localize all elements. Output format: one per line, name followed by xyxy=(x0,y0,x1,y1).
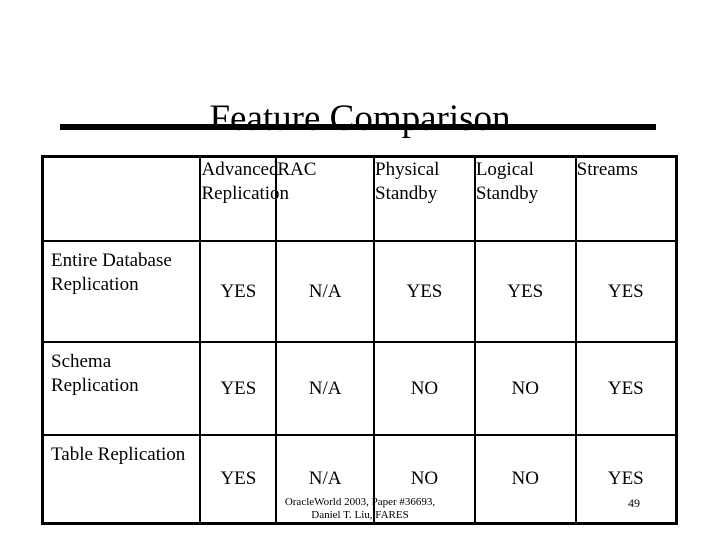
column-header-rac: RAC xyxy=(275,155,376,242)
row-header-schema-replication: Schema Replication xyxy=(41,341,202,436)
page-number: 49 xyxy=(628,496,640,510)
column-header-physical-standby: Physical Standby xyxy=(373,155,476,242)
feature-comparison-table: Advanced Replication RAC Physical Standb… xyxy=(41,155,678,525)
table-row: Schema Replication YES N/A NO NO YES xyxy=(41,341,678,436)
table-header-row: Advanced Replication RAC Physical Standb… xyxy=(41,155,678,242)
cell-entire-logical-standby: YES xyxy=(473,240,577,343)
cell-entire-rac: N/A xyxy=(275,240,376,343)
table-corner-cell xyxy=(41,155,202,242)
cell-schema-streams: YES xyxy=(574,341,678,436)
table-row: Entire Database Replication YES N/A YES … xyxy=(41,240,678,343)
cell-entire-streams: YES xyxy=(574,240,678,343)
cell-schema-physical-standby: NO xyxy=(373,341,476,436)
cell-entire-advanced-replication: YES xyxy=(199,240,278,343)
column-header-streams: Streams xyxy=(574,155,678,242)
cell-entire-physical-standby: YES xyxy=(373,240,476,343)
cell-schema-logical-standby: NO xyxy=(473,341,577,436)
title-underline-rule xyxy=(60,124,656,130)
cell-schema-advanced-replication: YES xyxy=(199,341,278,436)
column-header-logical-standby: Logical Standby xyxy=(473,155,577,242)
table-header: Advanced Replication RAC Physical Standb… xyxy=(41,155,678,242)
cell-schema-rac: N/A xyxy=(275,341,376,436)
footer-line-author: Daniel T. Liu, FARES xyxy=(311,509,409,521)
footer-line-conference: OracleWorld 2003, Paper #36693, xyxy=(284,496,436,508)
slide-footer: OracleWorld 2003, Paper #36693, Daniel T… xyxy=(0,496,720,522)
page-title: Feature Comparison xyxy=(209,97,511,139)
slide: Feature Comparison Advanced Replication … xyxy=(0,0,720,540)
table-body: Entire Database Replication YES N/A YES … xyxy=(41,240,678,525)
column-header-advanced-replication: Advanced Replication xyxy=(199,155,289,242)
row-header-entire-database-replication: Entire Database Replication xyxy=(41,240,202,343)
